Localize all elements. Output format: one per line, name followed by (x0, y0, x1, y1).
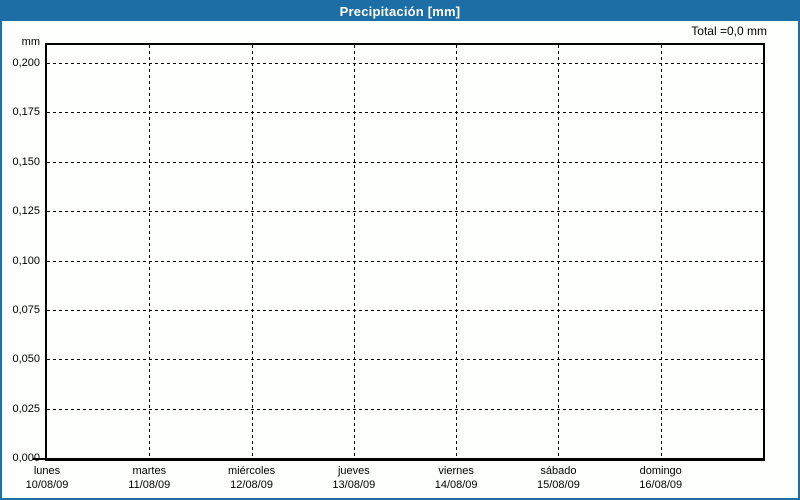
total-annotation: Total =0,0 mm (691, 24, 767, 38)
y-tick-label: 0,025 (12, 403, 40, 415)
y-axis-tick-labels: 0,200 0,175 0,150 0,125 0,100 0,075 0,050 0,025… (2, 45, 40, 464)
x-tick-label: martes 11/08/09 (128, 464, 170, 492)
x-tick-date: 15/08/09 (537, 479, 580, 491)
x-tick-day: jueves (337, 465, 370, 477)
x-tick-date: 12/08/09 (230, 479, 273, 491)
x-tick-date: 10/08/09 (25, 479, 69, 491)
chart-title-bar: Precipitación [mm] (2, 2, 798, 21)
x-tick-date: 16/08/09 (639, 479, 683, 491)
x-tick-day: viernes (438, 465, 474, 477)
x-tick-label: miércoles 12/08/09 (228, 464, 275, 492)
x-tick-label: jueves 13/08/09 (332, 464, 375, 492)
y-tick-label: 0,050 (12, 353, 40, 365)
y-tick-label: 0,200 (12, 57, 40, 69)
y-tick-label: 0,150 (12, 156, 40, 168)
x-tick-date: 14/08/09 (434, 479, 478, 491)
chart-window: Precipitación [mm] Total =0,0 mm mm 0,20… (0, 0, 800, 500)
x-tick-label: domingo 16/08/09 (639, 464, 682, 492)
x-axis-origin-tick (33, 458, 45, 460)
x-tick-date: 11/08/09 (128, 479, 171, 491)
y-tick-label: 0,175 (12, 106, 40, 118)
chart-title: Precipitación [mm] (339, 4, 461, 19)
y-tick-label: 0,100 (12, 255, 40, 267)
x-tick-day: miércoles (228, 465, 276, 477)
x-tick-day: domingo (639, 465, 682, 477)
y-tick-label: 0,125 (12, 205, 40, 217)
x-tick-day: sábado (540, 465, 577, 477)
x-tick-date: 13/08/09 (332, 479, 376, 491)
x-tick-day: martes (132, 465, 167, 477)
x-tick-label: lunes 10/08/09 (26, 464, 69, 492)
x-axis-tick-labels: lunes 10/08/09 martes 11/08/09 miércoles 12/0… (26, 464, 765, 496)
plot-area (45, 43, 765, 461)
y-tick-label: 0,075 (12, 304, 40, 316)
x-tick-label: sábado 15/08/09 (537, 464, 580, 492)
bar-layer (47, 45, 763, 458)
x-tick-day: lunes (33, 465, 61, 477)
x-tick-label: viernes 14/08/09 (435, 464, 478, 492)
